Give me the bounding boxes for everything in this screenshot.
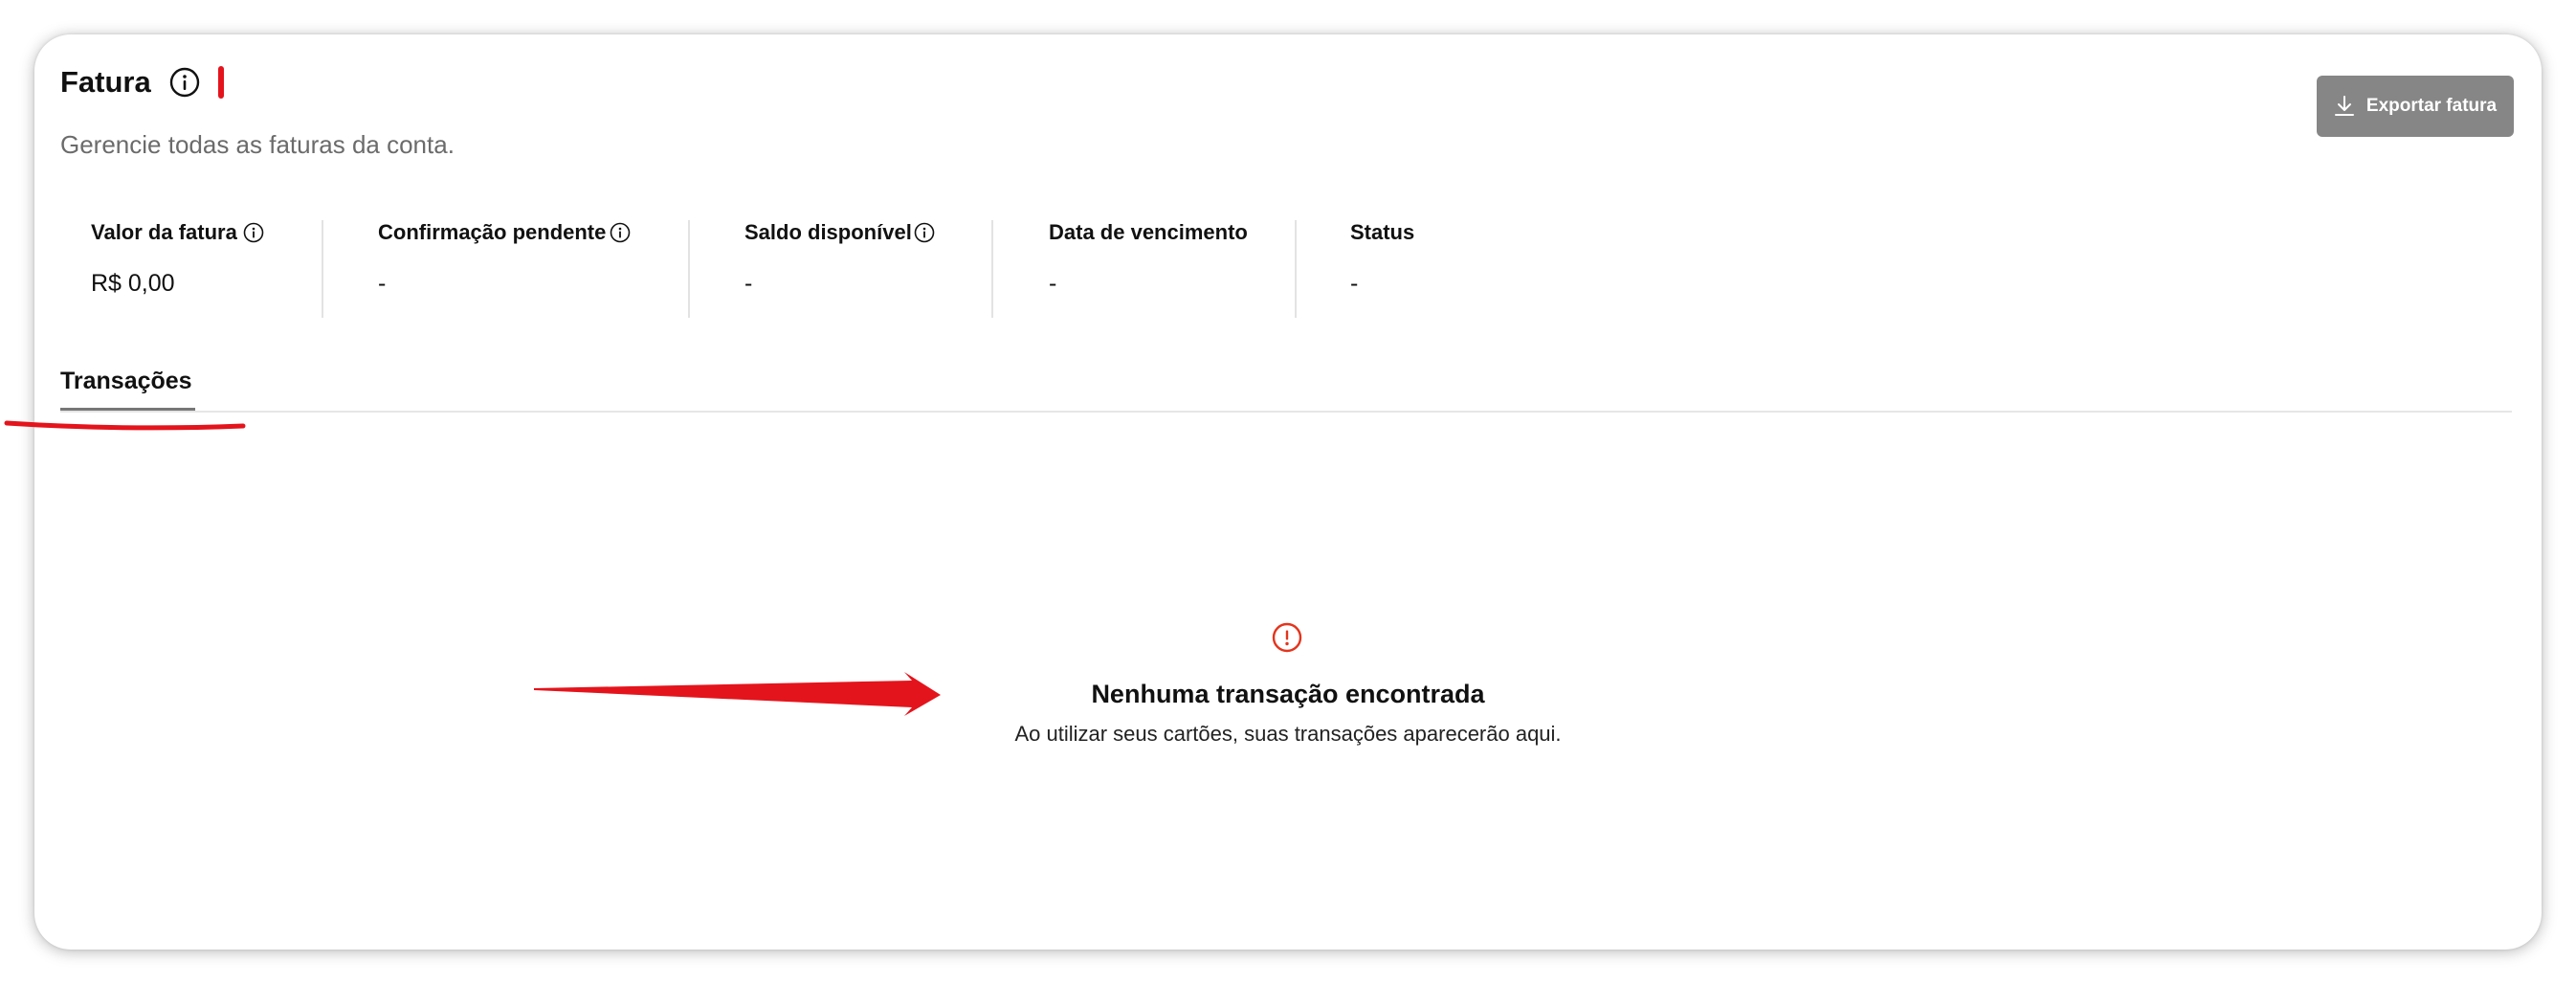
tab-transactions[interactable]: Transações — [60, 368, 192, 395]
stat-divider — [688, 220, 690, 318]
stat-divider — [322, 220, 323, 318]
info-icon[interactable] — [243, 222, 264, 243]
stat-value-pending-confirmation: - — [378, 270, 387, 297]
stat-value-invoice-value: R$ 0,00 — [91, 270, 175, 297]
stat-divider — [991, 220, 993, 318]
stat-value-available-balance: - — [744, 270, 753, 297]
export-invoice-label: Exportar fatura — [2365, 96, 2498, 116]
stat-label-due-date: Data de vencimento — [1049, 220, 1248, 244]
annotation-arrow — [534, 672, 941, 716]
empty-state-title: Nenhuma transação encontrada — [1091, 680, 1485, 708]
info-icon[interactable] — [914, 222, 935, 243]
download-icon — [2334, 96, 2354, 116]
invoice-card — [34, 34, 2542, 950]
export-invoice-button[interactable]: Exportar fatura — [2317, 76, 2514, 137]
annotation-mark — [218, 66, 224, 99]
annotation-underline — [4, 420, 246, 431]
stat-value-status: - — [1350, 270, 1359, 297]
page-subtitle: Gerencie todas as faturas da conta. — [60, 130, 455, 159]
stat-label-status: Status — [1350, 220, 1415, 244]
stat-divider — [1295, 220, 1297, 318]
page-title: Fatura — [60, 65, 151, 99]
stat-label-available-balance: Saldo disponível — [744, 220, 912, 244]
stat-label-invoice-value: Valor da fatura — [91, 220, 237, 244]
alert-circle-icon — [1272, 622, 1302, 653]
info-icon[interactable] — [169, 67, 200, 98]
stat-label-pending-confirmation: Confirmação pendente — [378, 220, 607, 244]
info-icon[interactable] — [610, 222, 631, 243]
stat-value-due-date: - — [1049, 270, 1057, 297]
empty-state-description: Ao utilizar seus cartões, suas transaçõe… — [1014, 722, 1562, 746]
tabs-divider — [60, 411, 2512, 413]
